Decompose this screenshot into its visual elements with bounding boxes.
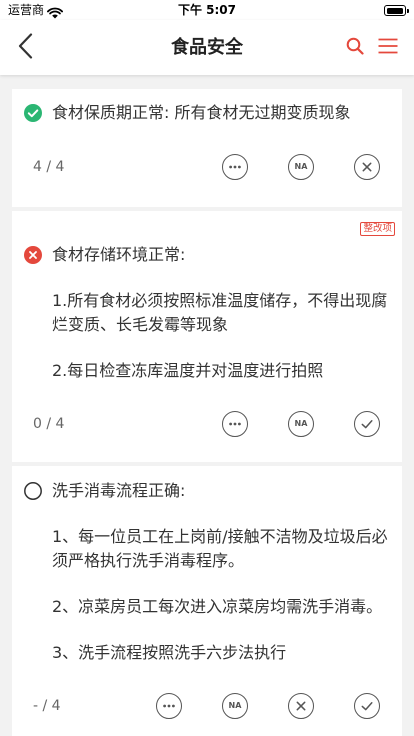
more-options-button[interactable] (222, 411, 248, 437)
search-icon (346, 37, 364, 59)
mark-pass-button[interactable] (354, 693, 380, 719)
menu-icon (378, 38, 398, 58)
na-button[interactable]: NA (288, 411, 314, 437)
item-description: 1.所有食材必须按照标准温度储存，不得出现腐烂变质、长毛发霉等现象 (52, 291, 388, 334)
menu-button[interactable] (375, 35, 401, 61)
check-icon (360, 417, 374, 431)
wifi-icon (47, 4, 63, 19)
checklist-item: 洗手消毒流程正确: 1、每一位员工在上岗前/接触不洁物及垃圾后必须严格执行洗手消… (12, 466, 402, 736)
error-circle-icon (24, 246, 42, 264)
more-options-button[interactable] (222, 154, 248, 180)
battery-icon (384, 5, 406, 16)
item-footer: - / 4 NA (12, 690, 392, 722)
item-score: 4 / 4 (33, 159, 65, 175)
item-actions: NA (156, 693, 380, 719)
item-actions: NA (222, 154, 380, 180)
close-icon (294, 699, 308, 713)
more-icon (228, 417, 242, 431)
item-title: 食材存储环境正常: (52, 245, 186, 264)
mark-fail-button[interactable] (288, 693, 314, 719)
check-icon (360, 699, 374, 713)
item-header: 食材保质期正常: 所有食材无过期变质现象 (12, 101, 392, 125)
checklist: 食材保质期正常: 所有食材无过期变质现象 4 / 4 NA 整改项 食材存储环境… (0, 75, 414, 736)
item-score: 0 / 4 (33, 416, 65, 432)
check-circle-icon (24, 104, 42, 122)
battery-cap (407, 8, 409, 13)
battery-fill (386, 7, 403, 14)
search-button[interactable] (343, 35, 367, 61)
status-time: 下午 5:07 (177, 3, 237, 17)
na-label: NA (228, 701, 242, 710)
empty-circle-icon (24, 482, 42, 500)
more-icon (228, 160, 242, 174)
item-description: 2、凉菜房员工每次进入凉菜房均需洗手消毒。 (52, 597, 383, 616)
item-description: 3、洗手流程按照洗手六步法执行 (52, 643, 287, 662)
item-header: 食材存储环境正常: (12, 243, 392, 267)
rectification-tag: 整改项 (360, 222, 395, 236)
item-title: 食材保质期正常: 所有食材无过期变质现象 (52, 103, 351, 122)
item-description: 2.每日检查冻库温度并对温度进行拍照 (52, 361, 324, 380)
back-button[interactable] (12, 31, 38, 64)
mark-fail-button[interactable] (354, 154, 380, 180)
item-header: 洗手消毒流程正确: (12, 479, 392, 503)
close-icon (360, 160, 374, 174)
na-label: NA (294, 419, 308, 428)
checklist-item: 整改项 食材存储环境正常: 1.所有食材必须按照标准温度储存，不得出现腐烂变质、… (12, 211, 402, 462)
na-button[interactable]: NA (288, 154, 314, 180)
item-score: - / 4 (33, 698, 61, 714)
carrier-name: 运营商 (8, 3, 45, 17)
chevron-left-icon (18, 32, 33, 63)
status-bar: 运营商 下午 5:07 (0, 0, 414, 20)
more-options-button[interactable] (156, 693, 182, 719)
more-icon (162, 699, 176, 713)
na-button[interactable]: NA (222, 693, 248, 719)
na-label: NA (294, 162, 308, 171)
nav-bar: 食品安全 (0, 20, 414, 75)
checklist-item: 食材保质期正常: 所有食材无过期变质现象 4 / 4 NA (12, 89, 402, 207)
page-title: 食品安全 (171, 37, 243, 58)
item-description: 1、每一位员工在上岗前/接触不洁物及垃圾后必须严格执行洗手消毒程序。 (52, 527, 388, 570)
item-actions: NA (222, 411, 380, 437)
item-footer: 0 / 4 NA (12, 408, 392, 440)
mark-pass-button[interactable] (354, 411, 380, 437)
item-title: 洗手消毒流程正确: (52, 481, 186, 500)
item-footer: 4 / 4 NA (12, 151, 392, 183)
